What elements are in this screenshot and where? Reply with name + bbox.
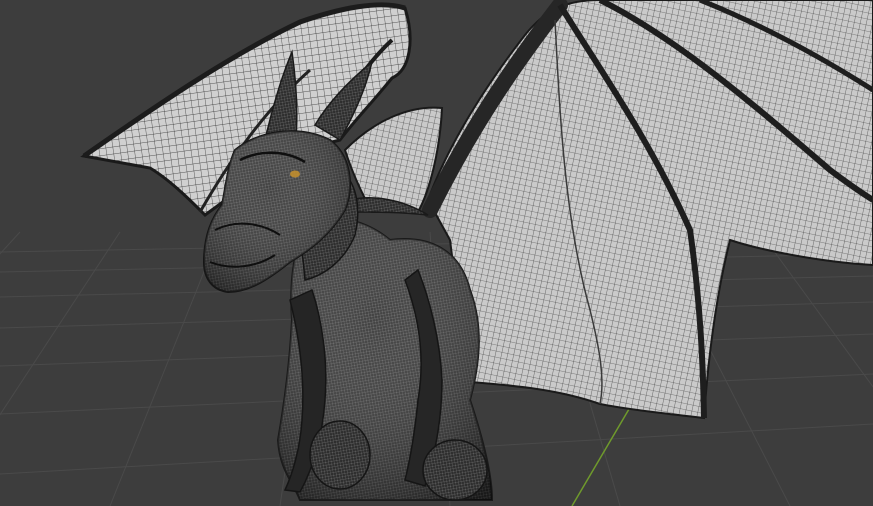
3d-viewport[interactable]: [0, 0, 873, 506]
y-axis-line: [571, 403, 633, 506]
eye-icon: [290, 170, 300, 178]
inner-wing: [343, 106, 444, 213]
right-wing: [422, 0, 873, 420]
